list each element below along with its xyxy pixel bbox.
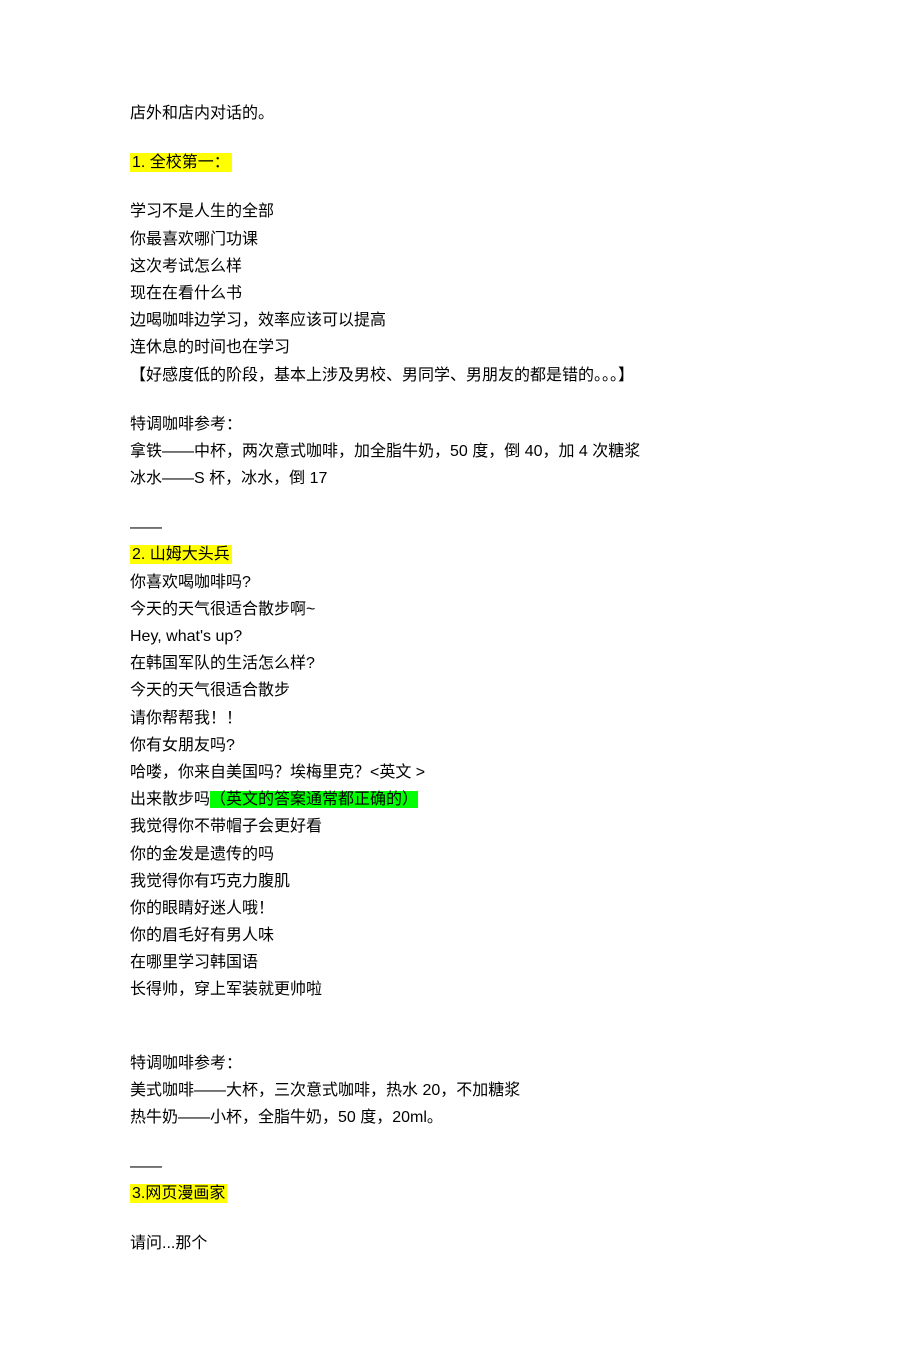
section-1-dialogue: 学习不是人生的全部 你最喜欢哪门功课 这次考试怎么样 现在在看什么书 边喝咖啡边… xyxy=(130,198,790,388)
dialogue-line: 学习不是人生的全部 xyxy=(130,198,790,225)
dialogue-line: 你有女朋友吗? xyxy=(130,732,790,759)
section-2-heading-wrap: 2. 山姆大头兵 xyxy=(130,541,790,568)
coffee-line: 冰水——S 杯，冰水，倒 17 xyxy=(130,465,790,492)
section-2-dialogue: 你喜欢喝咖啡吗? 今天的天气很适合散步啊~ Hey, what's up? 在韩… xyxy=(130,569,790,1004)
dialogue-line: 你最喜欢哪门功课 xyxy=(130,226,790,253)
dialogue-line: 今天的天气很适合散步啊~ xyxy=(130,596,790,623)
coffee-line: 美式咖啡——大杯，三次意式咖啡，热水 20，不加糖浆 xyxy=(130,1077,790,1104)
section-3-dialogue: 请问...那个 xyxy=(130,1230,790,1257)
section-2-coffee: 特调咖啡参考： 美式咖啡——大杯，三次意式咖啡，热水 20，不加糖浆 热牛奶——… xyxy=(130,1050,790,1132)
dialogue-line: 请你帮帮我！！ xyxy=(130,705,790,732)
dialogue-line: 长得帅，穿上军装就更帅啦 xyxy=(130,976,790,1003)
dialogue-line-mixed: 出来散步吗（英文的答案通常都正确的） xyxy=(130,786,790,813)
section-1-heading: 1. 全校第一： xyxy=(130,153,232,172)
intro-text: 店外和店内对话的。 xyxy=(130,100,790,127)
dialogue-line: 我觉得你不带帽子会更好看 xyxy=(130,813,790,840)
section-divider: —— xyxy=(130,514,790,541)
dialogue-line: Hey, what's up? xyxy=(130,623,790,650)
dialogue-line: 现在在看什么书 xyxy=(130,280,790,307)
section-divider: —— xyxy=(130,1153,790,1180)
dialogue-line: 这次考试怎么样 xyxy=(130,253,790,280)
coffee-line: 热牛奶——小杯，全脂牛奶，50 度，20ml。 xyxy=(130,1104,790,1131)
section-1-coffee: 特调咖啡参考： 拿铁——中杯，两次意式咖啡，加全脂牛奶，50 度，倒 40，加 … xyxy=(130,411,790,493)
dialogue-line: 今天的天气很适合散步 xyxy=(130,677,790,704)
section-1-heading-wrap: 1. 全校第一： xyxy=(130,149,790,176)
dialogue-line: 【好感度低的阶段，基本上涉及男校、男同学、男朋友的都是错的。。。】 xyxy=(130,362,790,389)
dialogue-line: 在哪里学习韩国语 xyxy=(130,949,790,976)
dialogue-line: 我觉得你有巧克力腹肌 xyxy=(130,868,790,895)
dialogue-line: 你的金发是遗传的吗 xyxy=(130,841,790,868)
coffee-header: 特调咖啡参考： xyxy=(130,411,790,438)
dialogue-line: 连休息的时间也在学习 xyxy=(130,334,790,361)
section-3-heading: 3.网页漫画家 xyxy=(130,1184,227,1203)
dialogue-line: 请问...那个 xyxy=(130,1230,790,1257)
mixed-prefix: 出来散步吗 xyxy=(130,791,210,808)
section-2-heading: 2. 山姆大头兵 xyxy=(130,545,232,564)
dialogue-line: 你喜欢喝咖啡吗? xyxy=(130,569,790,596)
coffee-header: 特调咖啡参考： xyxy=(130,1050,790,1077)
dialogue-line: 在韩国军队的生活怎么样? xyxy=(130,650,790,677)
dialogue-line: 你的眼睛好迷人哦！ xyxy=(130,895,790,922)
section-1-heading-text: 1. 全校第一： xyxy=(132,154,230,171)
mixed-green: （英文的答案通常都正确的） xyxy=(210,791,418,808)
dialogue-line: 哈喽，你来自美国吗？埃梅里克？<英文 > xyxy=(130,759,790,786)
dialogue-line: 边喝咖啡边学习，效率应该可以提高 xyxy=(130,307,790,334)
coffee-line: 拿铁——中杯，两次意式咖啡，加全脂牛奶，50 度，倒 40，加 4 次糖浆 xyxy=(130,438,790,465)
section-3-heading-wrap: 3.网页漫画家 xyxy=(130,1180,790,1207)
dialogue-line: 你的眉毛好有男人味 xyxy=(130,922,790,949)
